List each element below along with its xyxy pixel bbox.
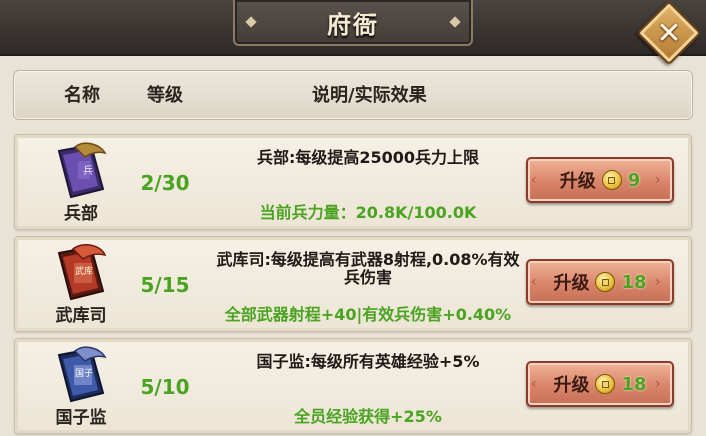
upgrade-cost: 18 [621,373,647,395]
upgrade-label: 升级 [553,375,590,396]
level-value: 2/30 [140,171,190,195]
header-description: 说明/实际效果 [312,85,427,106]
upgrade-label: 升级 [553,273,590,294]
current-effect: 当前兵力量：20.8K/100.0K [259,203,477,222]
table-row: 国子 国子监 5/10 国子监:每级所有英雄经验+5% 全员经验获得+25% ‹… [14,338,692,434]
scroll-flag-icon: 武库 [45,243,117,305]
building-name: 国子监 [55,408,107,428]
svg-text:兵: 兵 [83,164,93,177]
building-name: 武库司 [55,306,107,326]
ornament-diamond-right [449,16,461,28]
coin-icon [601,170,622,190]
header-name: 名称 [64,85,100,106]
scroll-flag-icon: 兵 [45,141,117,203]
chevron-left-icon: ‹ [531,274,537,290]
upgrade-cost: 18 [621,271,647,293]
table-row: 兵 兵部 2/30 兵部:每级提高25000兵力上限 当前兵力量：20.8K/1… [14,134,692,230]
coin-icon [595,374,616,394]
description: 兵部:每级提高25000兵力上限 [256,148,480,167]
table-row: 武库 武库司 5/15 武库司:每级提高有武器8射程,0.08%有效兵伤害 全部… [14,236,692,332]
svg-text:武库: 武库 [75,265,93,277]
close-icon[interactable]: ✕ [646,10,692,56]
level-value: 5/10 [140,375,190,399]
upgrade-label: 升级 [559,171,596,192]
chevron-right-icon: › [655,172,661,188]
scroll-flag-icon: 国子 [45,345,117,407]
coin-icon [595,272,616,292]
table-header: 名称 等级 说明/实际效果 [13,70,693,120]
chevron-right-icon: › [655,376,661,392]
title-plate: 府衙 [233,0,473,46]
upgrade-cost: 9 [627,169,641,191]
description: 国子监:每级所有英雄经验+5% [256,352,480,371]
chevron-left-icon: ‹ [531,376,537,392]
page-title: 府衙 [327,10,379,39]
description: 武库司:每级提高有武器8射程,0.08%有效兵伤害 [216,250,520,287]
upgrade-button[interactable]: ‹ 升级 9 › [526,157,674,203]
current-effect: 全部武器射程+40|有效兵伤害+0.40% [224,305,512,324]
chevron-left-icon: ‹ [531,172,537,188]
current-effect: 全员经验获得+25% [294,407,442,426]
upgrade-button[interactable]: ‹ 升级 18 › [526,361,674,407]
upgrade-button[interactable]: ‹ 升级 18 › [526,259,674,305]
chevron-right-icon: › [655,274,661,290]
ornament-diamond-left [245,16,257,28]
level-value: 5/15 [140,273,190,297]
svg-text:国子: 国子 [75,368,93,379]
building-name: 兵部 [64,204,98,224]
header-level: 等级 [147,85,183,106]
